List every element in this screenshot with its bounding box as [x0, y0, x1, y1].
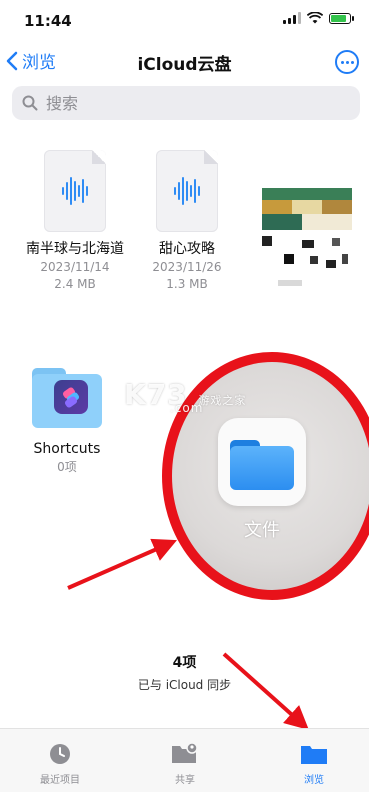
tab-recents-label: 最近项目 — [40, 775, 80, 786]
tab-shared[interactable]: 共享 — [145, 742, 225, 786]
folder-icon — [301, 746, 327, 764]
annotation-arrows — [67, 538, 309, 731]
tab-browse-label: 浏览 — [304, 775, 324, 786]
shared-folder-icon — [172, 742, 198, 763]
tab-bar: 最近项目 共享 浏览 — [0, 728, 369, 792]
item-count: 4项 — [172, 655, 197, 671]
clock-icon — [50, 744, 70, 764]
sync-status: 已与 iCloud 同步 — [137, 678, 232, 692]
tab-shared-label: 共享 — [175, 775, 195, 786]
tab-recents[interactable]: 最近项目 — [20, 743, 100, 786]
tab-browse[interactable]: 浏览 — [274, 743, 354, 786]
arrow-to-files-app — [67, 538, 177, 590]
